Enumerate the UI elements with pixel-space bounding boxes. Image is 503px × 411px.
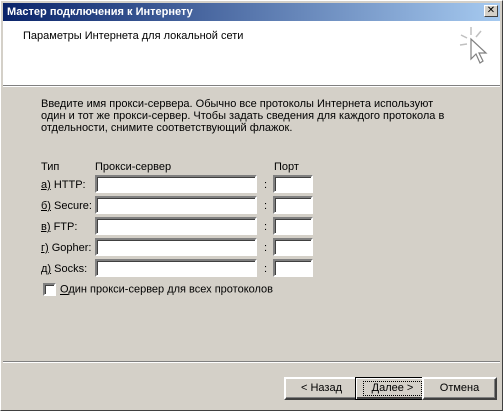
same-proxy-label-text: дин прокси-сервер для всех протоколов [68, 283, 274, 296]
close-icon: ✕ [486, 5, 496, 16]
close-button[interactable]: ✕ [484, 5, 498, 17]
label-gopher: Gopher: [48, 242, 92, 254]
footer-separator-highlight [3, 362, 500, 363]
same-proxy-checkbox-row[interactable]: Один прокси-сервер для всех протоколов [43, 283, 273, 296]
secure-proxy-input[interactable] [95, 196, 257, 214]
colon-secure: : [264, 200, 268, 212]
label-http: HTTP: [50, 179, 86, 191]
http-port-input[interactable] [273, 175, 313, 193]
cancel-button-label: Отмена [439, 382, 480, 394]
column-type-label: Тип [41, 161, 60, 173]
same-proxy-checkbox[interactable] [43, 283, 56, 296]
cancel-button[interactable]: Отмена [422, 377, 497, 400]
header-divider [3, 86, 500, 87]
hotkey-secure: б) [41, 200, 51, 212]
row-label-ftp: в) FTP: [41, 221, 77, 233]
wizard-header: Параметры Интернета для локальной сети [3, 21, 500, 86]
hotkey-http: а) [41, 179, 51, 191]
row-label-gopher: г) Gopher: [41, 242, 92, 254]
colon-http: : [264, 179, 268, 191]
gopher-port-input[interactable] [273, 238, 313, 256]
hotkey-ftp: в) [41, 221, 51, 233]
title-bar: Мастер подключения к Интернету ✕ [3, 3, 500, 21]
hotkey-socks: д) [41, 263, 52, 275]
row-label-secure: б) Secure: [41, 200, 92, 212]
next-button-label: Далее > [362, 381, 423, 396]
colon-ftp: : [264, 221, 268, 233]
socks-proxy-input[interactable] [95, 259, 257, 277]
description-text: Введите имя прокси-сервера. Обычно все п… [41, 98, 445, 134]
wizard-window: Мастер подключения к Интернету ✕ Парамет… [0, 0, 503, 411]
label-secure: Secure: [50, 200, 92, 212]
gopher-proxy-input[interactable] [95, 238, 257, 256]
http-proxy-input[interactable] [95, 175, 257, 193]
hotkey-gopher: г) [41, 242, 49, 254]
secure-port-input[interactable] [273, 196, 313, 214]
window-title: Мастер подключения к Интернету [7, 6, 193, 18]
same-proxy-label: Один прокси-сервер для всех протоколов [60, 284, 273, 296]
row-label-socks: д) Socks: [41, 263, 87, 275]
socks-port-input[interactable] [273, 259, 313, 277]
ftp-proxy-input[interactable] [95, 217, 257, 235]
colon-socks: : [264, 263, 268, 275]
colon-gopher: : [264, 242, 268, 254]
label-ftp: FTP: [50, 221, 78, 233]
page-subtitle: Параметры Интернета для локальной сети [23, 30, 244, 42]
back-button-label: < Назад [301, 382, 342, 394]
ftp-port-input[interactable] [273, 217, 313, 235]
label-socks: Socks: [51, 263, 88, 275]
wizard-sparkle-icon [459, 27, 488, 64]
back-button[interactable]: < Назад [284, 377, 359, 400]
column-port-label: Порт [274, 161, 299, 173]
row-label-http: а) HTTP: [41, 179, 86, 191]
column-proxy-label: Прокси-сервер [95, 161, 172, 173]
next-button[interactable]: Далее > [355, 377, 430, 400]
